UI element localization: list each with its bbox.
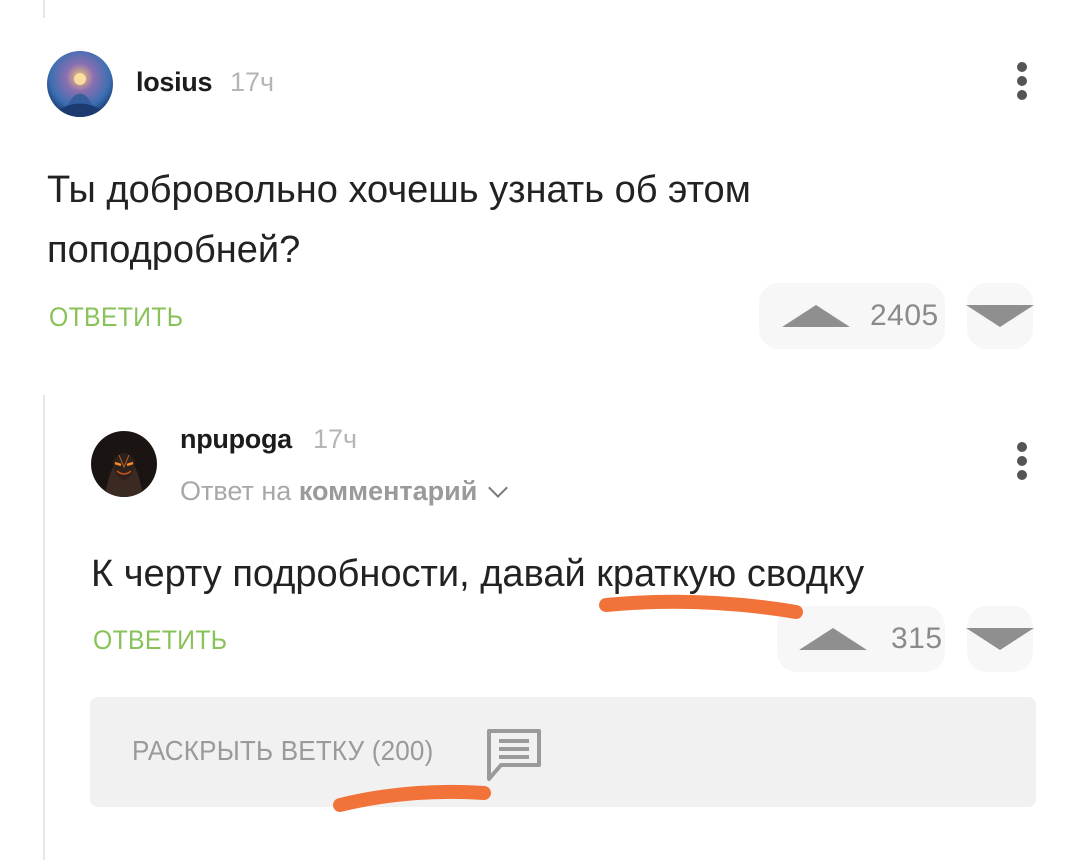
username[interactable]: losius	[136, 67, 213, 98]
upvote-button[interactable]: 2405	[759, 283, 945, 349]
downvote-button[interactable]	[966, 283, 1034, 349]
expand-thread-label: РАСКРЫТЬ ВЕТКУ (200)	[132, 735, 434, 766]
arrow-down-icon	[966, 628, 1034, 650]
reply-button[interactable]: ОТВЕТИТЬ	[93, 625, 227, 656]
comment-text-line: Ты добровольно хочешь узнать об этом	[47, 169, 751, 211]
reply-to-prefix: Ответ на	[180, 476, 292, 506]
arrow-down-icon	[966, 305, 1034, 327]
thread-line	[43, 395, 45, 860]
downvote-button[interactable]	[966, 606, 1034, 672]
reply-to-target: комментарий	[298, 476, 478, 506]
username[interactable]: npupoga	[180, 424, 292, 455]
expand-thread-button[interactable]: РАСКРЫТЬ ВЕТКУ (200)	[90, 697, 1036, 807]
more-options-icon[interactable]	[1007, 56, 1037, 106]
comment-time: 17ч	[313, 424, 358, 454]
comment-text: Ты добровольно хочешь узнать об этом поп…	[47, 160, 947, 280]
arrow-up-icon	[799, 628, 867, 650]
upvote-button[interactable]: 315	[777, 606, 945, 672]
chat-bubble-icon	[487, 729, 541, 781]
arrow-up-icon	[782, 305, 850, 327]
chevron-down-icon	[488, 478, 509, 498]
rating-count: 315	[891, 622, 943, 655]
comment-text: К черту подробности, давай краткую сводк…	[91, 553, 865, 595]
reply-to-link[interactable]: Ответ на комментарий	[180, 476, 509, 507]
comment-time: 17ч	[230, 67, 275, 97]
rating-count: 2405	[870, 299, 939, 332]
avatar[interactable]	[91, 431, 157, 497]
avatar[interactable]	[47, 51, 113, 117]
comment-text-line: поподробней?	[47, 229, 301, 271]
reply-button[interactable]: ОТВЕТИТЬ	[49, 302, 183, 333]
thread-line	[43, 0, 45, 18]
more-options-icon[interactable]	[1007, 436, 1037, 486]
